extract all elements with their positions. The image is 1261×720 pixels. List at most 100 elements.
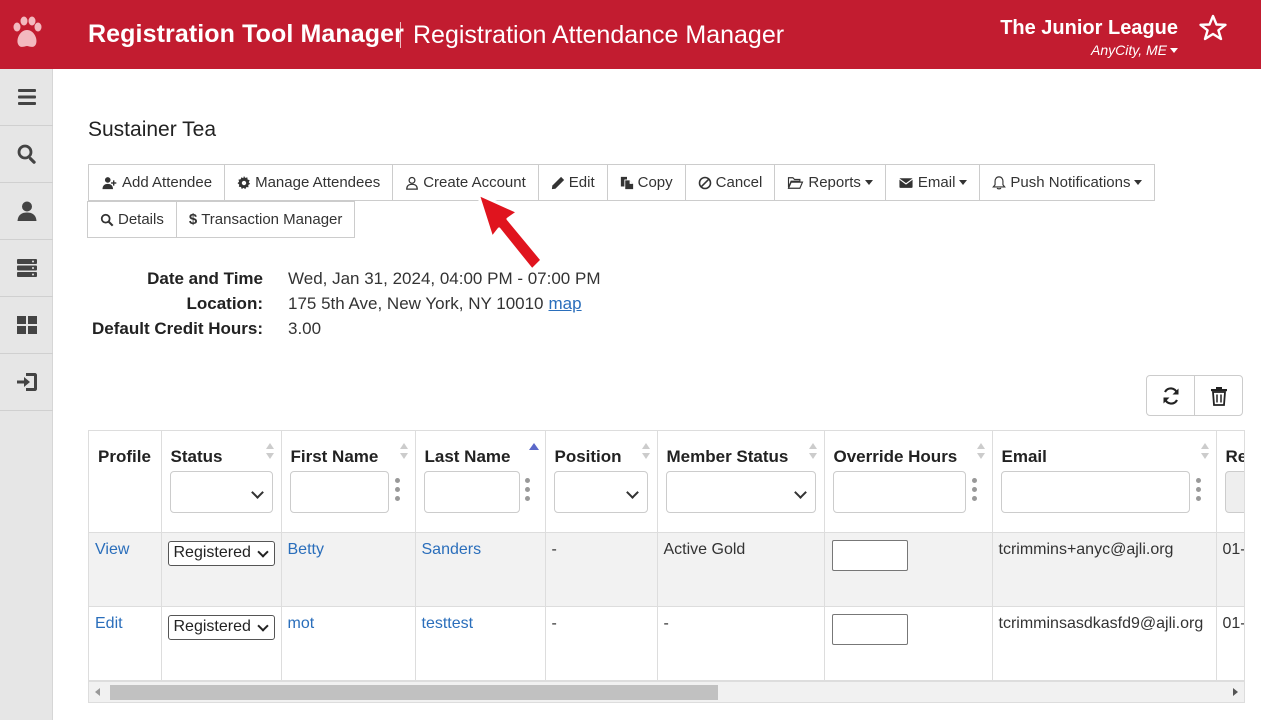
user-icon (17, 201, 36, 221)
details-label: Details (118, 211, 164, 228)
position-cell: - (545, 532, 658, 607)
last-name-link[interactable]: Sanders (422, 541, 482, 558)
sort-ascending-icon[interactable] (528, 441, 539, 461)
location-label: Location: (186, 293, 264, 313)
user-outline-icon (406, 176, 419, 190)
column-header-last-name[interactable]: Last Name (415, 431, 546, 533)
sort-icon[interactable] (399, 441, 409, 461)
add-attendee-button[interactable]: Add Attendee (88, 164, 226, 201)
paw-logo-icon[interactable] (10, 15, 44, 53)
status-select-value: Registered (173, 543, 251, 561)
sort-icon[interactable] (265, 441, 275, 461)
column-menu-icon[interactable] (524, 478, 531, 504)
column-header-first-name[interactable]: First Name (281, 431, 416, 533)
details-button[interactable]: Details (87, 201, 177, 238)
override-hours-input[interactable] (831, 539, 908, 571)
reg-filter-input[interactable] (1224, 471, 1244, 513)
reg-cell: 01- (1216, 532, 1244, 607)
sort-icon[interactable] (976, 441, 986, 461)
horizontal-scrollbar[interactable] (89, 681, 1244, 702)
add-attendee-label: Add Attendee (122, 174, 213, 191)
location-value-wrap: 175 5th Ave, New York, NY 10010 map (288, 294, 582, 314)
dashboard-icon (16, 316, 37, 334)
email-dropdown[interactable]: Email (884, 164, 981, 201)
header-row: Profile Status First Name Last Name Posi… (89, 431, 1244, 533)
push-notifications-label: Push Notifications (1010, 174, 1131, 191)
column-header-override-hours[interactable]: Override Hours (824, 431, 993, 533)
position-header-label: Position (554, 447, 622, 466)
secondary-toolbar: Details $ Transaction Manager (87, 201, 356, 238)
attendee-table: Profile Status First Name Last Name Posi… (89, 431, 1244, 681)
column-menu-icon[interactable] (394, 478, 401, 504)
last-name-link[interactable]: testtest (422, 615, 474, 632)
gear-icon (237, 175, 251, 189)
attendee-table-container: Profile Status First Name Last Name Posi… (88, 430, 1245, 703)
scroll-right-icon[interactable] (1233, 688, 1238, 696)
sidebar-item-user[interactable] (0, 183, 53, 240)
last-name-filter-input[interactable] (423, 471, 520, 513)
map-link[interactable]: map (549, 294, 582, 313)
sort-icon[interactable] (808, 441, 818, 461)
credit-label: Default Credit Hours: (92, 318, 263, 338)
status-select[interactable]: Registered (167, 614, 275, 640)
pencil-icon (551, 176, 564, 189)
credit-value: 3.00 (288, 318, 322, 338)
detail-row-location: Location: 175 5th Ave, New York, NY 1001… (88, 291, 600, 316)
status-filter-select[interactable] (169, 471, 273, 513)
org-city-dropdown[interactable]: AnyCity, ME (1091, 42, 1178, 58)
sidebar-item-server[interactable] (0, 240, 53, 297)
star-icon[interactable] (1198, 13, 1228, 43)
server-icon (16, 259, 37, 277)
column-header-profile: Profile (89, 431, 162, 533)
delete-button[interactable] (1194, 375, 1243, 416)
column-header-member-status[interactable]: Member Status (657, 431, 825, 533)
position-filter-select[interactable] (553, 471, 648, 513)
sidebar-item-search[interactable] (0, 126, 53, 183)
column-menu-icon[interactable] (1195, 478, 1202, 504)
sort-icon[interactable] (641, 441, 651, 461)
column-header-status[interactable]: Status (161, 431, 282, 533)
member-status-header-label: Member Status (666, 447, 789, 466)
refresh-button[interactable] (1146, 375, 1195, 416)
page-heading: Registration Attendance Manager (413, 21, 785, 49)
caret-down-icon (1134, 180, 1143, 185)
user-plus-icon (102, 176, 117, 189)
reports-dropdown[interactable]: Reports (774, 164, 886, 201)
table-row: Edit Registered mot testtest - - tcrimmi… (89, 606, 1244, 681)
reg-cell: 01- (1216, 606, 1244, 681)
first-name-link[interactable]: Betty (288, 541, 324, 558)
first-name-filter-input[interactable] (289, 471, 389, 513)
column-header-reg[interactable]: Re (1216, 431, 1244, 533)
org-name[interactable]: The Junior League (1000, 17, 1178, 40)
sidebar-item-menu[interactable] (0, 69, 53, 126)
date-value: Wed, Jan 31, 2024, 04:00 PM - 07:00 PM (288, 268, 601, 288)
scrollbar-thumb[interactable] (110, 685, 718, 700)
app-title[interactable]: Registration Tool Manager (88, 20, 404, 49)
profile-view-link[interactable]: View (95, 541, 129, 558)
override-hours-input[interactable] (831, 613, 908, 645)
cancel-button[interactable]: Cancel (684, 164, 776, 201)
column-header-email[interactable]: Email (992, 431, 1217, 533)
copy-button[interactable]: Copy (606, 164, 686, 201)
position-cell: - (545, 606, 658, 681)
profile-edit-link[interactable]: Edit (95, 615, 123, 632)
transaction-manager-label: Transaction Manager (201, 211, 343, 228)
location-value: 175 5th Ave, New York, NY 10010 (288, 293, 544, 313)
status-select[interactable]: Registered (167, 540, 275, 566)
manage-attendees-button[interactable]: Manage Attendees (224, 164, 394, 201)
date-label: Date and Time (147, 268, 263, 288)
search-icon (17, 144, 36, 164)
column-header-position[interactable]: Position (545, 431, 658, 533)
scroll-left-icon[interactable] (95, 688, 100, 696)
first-name-link[interactable]: mot (288, 615, 315, 632)
sort-icon[interactable] (1200, 441, 1210, 461)
override-hours-filter-input[interactable] (832, 471, 966, 513)
member-status-filter-select[interactable] (665, 471, 816, 513)
column-menu-icon[interactable] (971, 478, 978, 504)
copy-label: Copy (637, 174, 673, 191)
email-filter-input[interactable] (1000, 471, 1190, 513)
transaction-manager-button[interactable]: $ Transaction Manager (175, 201, 356, 238)
push-notifications-dropdown[interactable]: Push Notifications (979, 164, 1156, 201)
sidebar-item-dashboard[interactable] (0, 297, 53, 354)
sidebar-item-sign-in[interactable] (0, 354, 53, 411)
